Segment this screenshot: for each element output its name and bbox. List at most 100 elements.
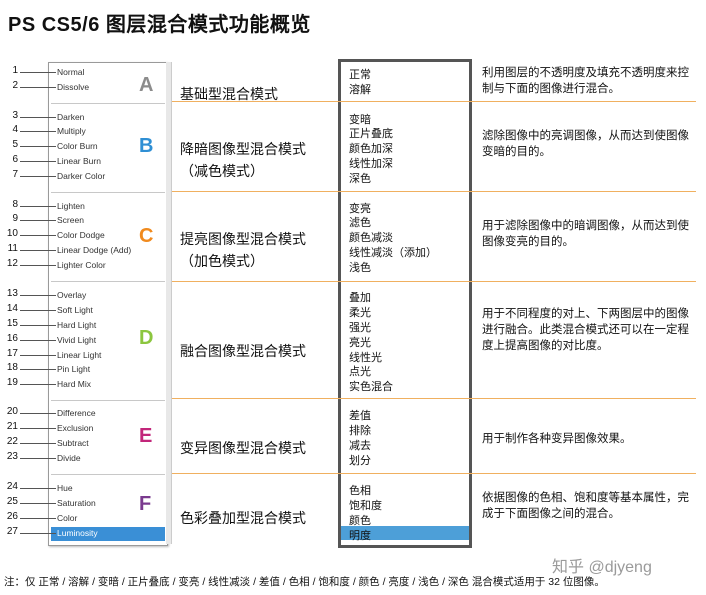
menu-item: Difference — [57, 408, 96, 418]
menu-item: Color Dodge — [57, 230, 105, 240]
menu-item: Linear Dodge (Add) — [57, 245, 132, 255]
group-separator — [172, 191, 696, 192]
chinese-mode-name: 浅色 — [349, 262, 371, 274]
group-letter: D — [139, 327, 154, 349]
leader-line — [20, 131, 56, 132]
group-name: 提亮图像型混合模式 （加色模式） — [180, 228, 306, 272]
chinese-mode-name: 颜色 — [349, 515, 371, 527]
mode-number: 16 — [6, 333, 18, 344]
leader-line — [20, 146, 56, 147]
group-description: 依据图像的色相、饱和度等基本属性，完成于下面图像之间的混合。 — [482, 492, 689, 520]
mode-number: 26 — [6, 511, 18, 522]
menu-item: Saturation — [57, 498, 96, 508]
menu-item: Hard Mix — [57, 379, 92, 389]
group-separator — [172, 101, 696, 102]
leader-line — [20, 518, 56, 519]
group-name: 变异图像型混合模式 — [180, 437, 306, 459]
chinese-mode-name: 颜色减淡 — [349, 232, 393, 244]
chinese-mode-name: 减去 — [349, 440, 371, 452]
mode-number: 1 — [12, 65, 18, 76]
menu-item: Exclusion — [57, 423, 94, 433]
chinese-mode-name: 正片叠底 — [349, 128, 393, 140]
leader-line — [20, 295, 56, 296]
menu-item: Darken — [57, 112, 85, 122]
leader-line — [20, 310, 56, 311]
leader-line — [20, 87, 56, 88]
leader-line — [20, 458, 56, 459]
mode-number: 21 — [6, 421, 18, 432]
leader-line — [20, 355, 56, 356]
chinese-mode-name: 划分 — [349, 455, 371, 467]
leader-line — [20, 533, 56, 534]
leader-line — [20, 235, 56, 236]
group-title: 融合图像型混合模式 — [180, 343, 306, 359]
group-title: 色彩叠加型混合模式 — [180, 510, 306, 526]
leader-line — [20, 176, 56, 177]
blend-mode-overview: PS CS5/6 图层混合模式功能概览 Normal Dissolve Darken… — [0, 0, 706, 595]
chinese-mode-name: 线性减淡（添加） — [349, 247, 437, 259]
group-subtitle: （加色模式） — [180, 253, 264, 269]
menu-item: Hard Light — [57, 320, 97, 330]
leader-line — [20, 340, 56, 341]
menu-item: Luminosity — [57, 528, 98, 538]
mode-number: 8 — [12, 199, 18, 210]
group-name: 色彩叠加型混合模式 — [180, 507, 306, 529]
menu-item: Lighten — [57, 201, 85, 211]
group-description: 利用图层的不透明度及填充不透明度来控制与下面的图像进行混合。 — [482, 67, 689, 95]
mode-number: 5 — [12, 139, 18, 150]
chinese-mode-name: 深色 — [349, 173, 371, 185]
group-separator — [172, 398, 696, 399]
chinese-mode-list: 正常 溶解 变暗 正片叠底 颜色加深 线性加深 深色 变亮 滤色 颜色减淡 线性减淡（添加） 浅色 叠加… — [338, 59, 472, 548]
mode-number: 11 — [7, 243, 18, 254]
menu-separator — [51, 281, 165, 282]
chinese-mode-name: 溶解 — [349, 84, 371, 96]
leader-line — [20, 443, 56, 444]
menu-item: Screen — [57, 215, 84, 225]
menu-separator — [51, 192, 165, 193]
mode-number: 22 — [6, 436, 18, 447]
chinese-mode-name: 亮光 — [349, 337, 371, 349]
menu-separator — [51, 474, 165, 475]
group-name: 融合图像型混合模式 — [180, 340, 306, 362]
chinese-mode-name: 明度 — [349, 530, 371, 542]
menu-item: Soft Light — [57, 305, 93, 315]
mode-number: 6 — [12, 154, 18, 165]
group-letter: C — [139, 225, 154, 247]
chinese-mode-name: 叠加 — [349, 292, 371, 304]
menu-item: Normal — [57, 67, 85, 77]
group-title: 降暗图像型混合模式 — [180, 141, 306, 157]
menu-item: Color — [57, 513, 78, 523]
chinese-mode-name: 颜色加深 — [349, 143, 393, 155]
mode-number: 10 — [6, 228, 18, 239]
mode-number: 15 — [6, 318, 18, 329]
chinese-mode-name: 饱和度 — [349, 500, 382, 512]
menu-item: Lighter Color — [57, 260, 106, 270]
menu-item: Darker Color — [57, 171, 106, 181]
leader-line — [20, 265, 56, 266]
group-description: 用于制作各种变异图像效果。 — [482, 433, 632, 445]
leader-line — [20, 161, 56, 162]
mode-number: 20 — [6, 406, 18, 417]
leader-line — [20, 369, 56, 370]
leader-line — [20, 206, 56, 207]
menu-scrollbar — [166, 62, 172, 544]
mode-number: 19 — [6, 377, 18, 388]
group-description: 用于滤除图像中的暗调图像，从而达到使图像变亮的目的。 — [482, 220, 689, 248]
menu-item: Linear Light — [57, 350, 102, 360]
chinese-mode-name: 线性加深 — [349, 158, 393, 170]
leader-line — [20, 117, 56, 118]
menu-item: Vivid Light — [57, 335, 97, 345]
mode-number: 18 — [6, 362, 18, 373]
menu-item: Pin Light — [57, 364, 91, 374]
group-title: 提亮图像型混合模式 — [180, 231, 306, 247]
leader-line — [20, 413, 56, 414]
mode-number: 9 — [12, 213, 18, 224]
group-name: 降暗图像型混合模式 （减色模式） — [180, 138, 306, 182]
menu-separator — [51, 103, 165, 104]
menu-item: Hue — [57, 483, 73, 493]
group-letter: A — [139, 74, 154, 96]
chinese-mode-name: 滤色 — [349, 217, 371, 229]
chinese-mode-name: 色相 — [349, 485, 371, 497]
leader-line — [20, 72, 56, 73]
leader-line — [20, 488, 56, 489]
